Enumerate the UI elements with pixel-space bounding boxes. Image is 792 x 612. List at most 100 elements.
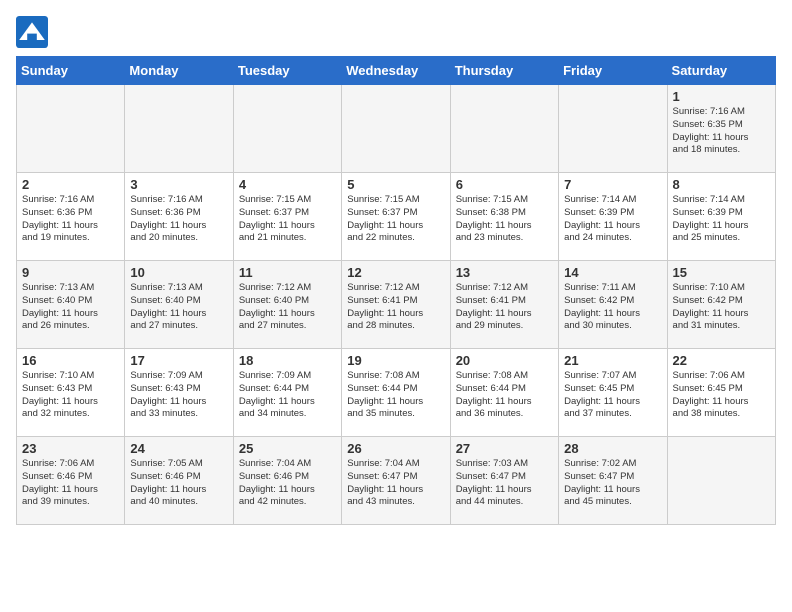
day-info: Sunrise: 7:09 AM Sunset: 6:44 PM Dayligh… bbox=[239, 370, 336, 421]
calendar-cell: 28 Sunrise: 7:02 AM Sunset: 6:47 PM Dayli… bbox=[559, 437, 667, 525]
day-number: 21 bbox=[564, 353, 661, 368]
day-info: Sunrise: 7:14 AM Sunset: 6:39 PM Dayligh… bbox=[673, 194, 770, 245]
day-info: Sunrise: 7:08 AM Sunset: 6:44 PM Dayligh… bbox=[347, 370, 444, 421]
header-day-wednesday: Wednesday bbox=[342, 57, 450, 85]
day-number: 9 bbox=[22, 265, 119, 280]
day-number: 23 bbox=[22, 441, 119, 456]
calendar-cell: 11 Sunrise: 7:12 AM Sunset: 6:40 PM Dayli… bbox=[233, 261, 341, 349]
day-number: 7 bbox=[564, 177, 661, 192]
calendar-cell: 8 Sunrise: 7:14 AM Sunset: 6:39 PM Daylig… bbox=[667, 173, 775, 261]
day-info: Sunrise: 7:06 AM Sunset: 6:46 PM Dayligh… bbox=[22, 458, 119, 509]
header-day-saturday: Saturday bbox=[667, 57, 775, 85]
day-number: 24 bbox=[130, 441, 227, 456]
day-info: Sunrise: 7:16 AM Sunset: 6:35 PM Dayligh… bbox=[673, 106, 770, 157]
day-number: 28 bbox=[564, 441, 661, 456]
calendar-cell bbox=[342, 85, 450, 173]
calendar-body: 1 Sunrise: 7:16 AM Sunset: 6:35 PM Daylig… bbox=[17, 85, 776, 525]
calendar-cell: 19 Sunrise: 7:08 AM Sunset: 6:44 PM Dayli… bbox=[342, 349, 450, 437]
day-number: 17 bbox=[130, 353, 227, 368]
day-info: Sunrise: 7:08 AM Sunset: 6:44 PM Dayligh… bbox=[456, 370, 553, 421]
day-info: Sunrise: 7:05 AM Sunset: 6:46 PM Dayligh… bbox=[130, 458, 227, 509]
calendar-cell: 12Sunrise: 7:12 AM Sunset: 6:41 PM Dayli… bbox=[342, 261, 450, 349]
day-info: Sunrise: 7:16 AM Sunset: 6:36 PM Dayligh… bbox=[130, 194, 227, 245]
calendar-cell: 4Sunrise: 7:15 AM Sunset: 6:37 PM Daylig… bbox=[233, 173, 341, 261]
day-info: Sunrise: 7:12 AM Sunset: 6:41 PM Dayligh… bbox=[347, 282, 444, 333]
header-day-monday: Monday bbox=[125, 57, 233, 85]
week-row-2: 2 Sunrise: 7:16 AM Sunset: 6:36 PM Daylig… bbox=[17, 173, 776, 261]
header-row: SundayMondayTuesdayWednesdayThursdayFrid… bbox=[17, 57, 776, 85]
header-day-tuesday: Tuesday bbox=[233, 57, 341, 85]
calendar-cell: 21 Sunrise: 7:07 AM Sunset: 6:45 PM Dayli… bbox=[559, 349, 667, 437]
day-number: 4 bbox=[239, 177, 336, 192]
day-info: Sunrise: 7:06 AM Sunset: 6:45 PM Dayligh… bbox=[673, 370, 770, 421]
calendar-table: SundayMondayTuesdayWednesdayThursdayFrid… bbox=[16, 56, 776, 525]
calendar-cell: 10 Sunrise: 7:13 AM Sunset: 6:40 PM Dayli… bbox=[125, 261, 233, 349]
calendar-cell: 18 Sunrise: 7:09 AM Sunset: 6:44 PM Dayli… bbox=[233, 349, 341, 437]
day-number: 18 bbox=[239, 353, 336, 368]
day-number: 27 bbox=[456, 441, 553, 456]
day-number: 8 bbox=[673, 177, 770, 192]
day-number: 13 bbox=[456, 265, 553, 280]
day-number: 3 bbox=[130, 177, 227, 192]
day-number: 16 bbox=[22, 353, 119, 368]
calendar-cell bbox=[667, 437, 775, 525]
calendar-cell: 14 Sunrise: 7:11 AM Sunset: 6:42 PM Dayli… bbox=[559, 261, 667, 349]
calendar-cell: 7 Sunrise: 7:14 AM Sunset: 6:39 PM Daylig… bbox=[559, 173, 667, 261]
calendar-cell: 15 Sunrise: 7:10 AM Sunset: 6:42 PM Dayli… bbox=[667, 261, 775, 349]
calendar-cell: 5 Sunrise: 7:15 AM Sunset: 6:37 PM Daylig… bbox=[342, 173, 450, 261]
day-number: 15 bbox=[673, 265, 770, 280]
calendar-cell bbox=[559, 85, 667, 173]
day-info: Sunrise: 7:10 AM Sunset: 6:43 PM Dayligh… bbox=[22, 370, 119, 421]
calendar-cell: 27 Sunrise: 7:03 AM Sunset: 6:47 PM Dayli… bbox=[450, 437, 558, 525]
calendar-cell: 24 Sunrise: 7:05 AM Sunset: 6:46 PM Dayli… bbox=[125, 437, 233, 525]
header-day-friday: Friday bbox=[559, 57, 667, 85]
calendar-cell: 2 Sunrise: 7:16 AM Sunset: 6:36 PM Daylig… bbox=[17, 173, 125, 261]
day-info: Sunrise: 7:02 AM Sunset: 6:47 PM Dayligh… bbox=[564, 458, 661, 509]
day-info: Sunrise: 7:11 AM Sunset: 6:42 PM Dayligh… bbox=[564, 282, 661, 333]
week-row-3: 9 Sunrise: 7:13 AM Sunset: 6:40 PM Daylig… bbox=[17, 261, 776, 349]
calendar-cell bbox=[233, 85, 341, 173]
calendar-cell: 9 Sunrise: 7:13 AM Sunset: 6:40 PM Daylig… bbox=[17, 261, 125, 349]
day-info: Sunrise: 7:10 AM Sunset: 6:42 PM Dayligh… bbox=[673, 282, 770, 333]
page-header bbox=[16, 16, 776, 48]
calendar-header: SundayMondayTuesdayWednesdayThursdayFrid… bbox=[17, 57, 776, 85]
logo-icon bbox=[16, 16, 48, 48]
day-number: 26 bbox=[347, 441, 444, 456]
day-number: 22 bbox=[673, 353, 770, 368]
day-number: 1 bbox=[673, 89, 770, 104]
day-info: Sunrise: 7:15 AM Sunset: 6:38 PM Dayligh… bbox=[456, 194, 553, 245]
day-number: 19 bbox=[347, 353, 444, 368]
day-info: Sunrise: 7:16 AM Sunset: 6:36 PM Dayligh… bbox=[22, 194, 119, 245]
calendar-cell: 22 Sunrise: 7:06 AM Sunset: 6:45 PM Dayli… bbox=[667, 349, 775, 437]
calendar-cell: 3 Sunrise: 7:16 AM Sunset: 6:36 PM Daylig… bbox=[125, 173, 233, 261]
header-day-sunday: Sunday bbox=[17, 57, 125, 85]
header-day-thursday: Thursday bbox=[450, 57, 558, 85]
calendar-cell: 17 Sunrise: 7:09 AM Sunset: 6:43 PM Dayli… bbox=[125, 349, 233, 437]
day-number: 20 bbox=[456, 353, 553, 368]
day-info: Sunrise: 7:15 AM Sunset: 6:37 PM Dayligh… bbox=[347, 194, 444, 245]
day-number: 10 bbox=[130, 265, 227, 280]
day-info: Sunrise: 7:09 AM Sunset: 6:43 PM Dayligh… bbox=[130, 370, 227, 421]
day-number: 14 bbox=[564, 265, 661, 280]
calendar-cell bbox=[17, 85, 125, 173]
day-info: Sunrise: 7:13 AM Sunset: 6:40 PM Dayligh… bbox=[130, 282, 227, 333]
calendar-cell bbox=[450, 85, 558, 173]
day-info: Sunrise: 7:13 AM Sunset: 6:40 PM Dayligh… bbox=[22, 282, 119, 333]
calendar-cell: 26Sunrise: 7:04 AM Sunset: 6:47 PM Dayli… bbox=[342, 437, 450, 525]
logo bbox=[16, 16, 52, 48]
day-info: Sunrise: 7:14 AM Sunset: 6:39 PM Dayligh… bbox=[564, 194, 661, 245]
day-info: Sunrise: 7:12 AM Sunset: 6:40 PM Dayligh… bbox=[239, 282, 336, 333]
calendar-cell: 6Sunrise: 7:15 AM Sunset: 6:38 PM Daylig… bbox=[450, 173, 558, 261]
calendar-cell: 25Sunrise: 7:04 AM Sunset: 6:46 PM Dayli… bbox=[233, 437, 341, 525]
calendar-cell: 13Sunrise: 7:12 AM Sunset: 6:41 PM Dayli… bbox=[450, 261, 558, 349]
day-info: Sunrise: 7:03 AM Sunset: 6:47 PM Dayligh… bbox=[456, 458, 553, 509]
day-number: 11 bbox=[239, 265, 336, 280]
calendar-cell: 1 Sunrise: 7:16 AM Sunset: 6:35 PM Daylig… bbox=[667, 85, 775, 173]
calendar-cell bbox=[125, 85, 233, 173]
day-number: 5 bbox=[347, 177, 444, 192]
day-number: 25 bbox=[239, 441, 336, 456]
day-info: Sunrise: 7:07 AM Sunset: 6:45 PM Dayligh… bbox=[564, 370, 661, 421]
day-number: 2 bbox=[22, 177, 119, 192]
week-row-1: 1 Sunrise: 7:16 AM Sunset: 6:35 PM Daylig… bbox=[17, 85, 776, 173]
week-row-4: 16 Sunrise: 7:10 AM Sunset: 6:43 PM Dayli… bbox=[17, 349, 776, 437]
